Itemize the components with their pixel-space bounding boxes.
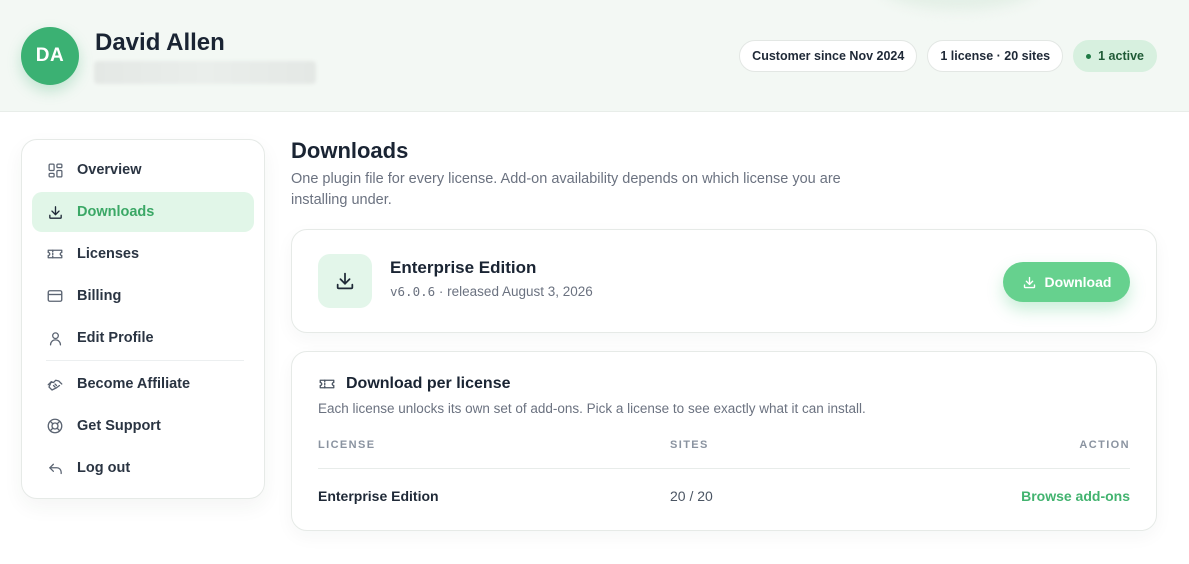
profile-header: DA David Allen Customer since Nov 2024 1… [0,0,1189,112]
sidebar-nav: Overview Downloads Licenses Billing Edit… [21,139,265,499]
status-badges: Customer since Nov 2024 1 license · 20 s… [739,40,1157,72]
lifebuoy-icon [46,417,64,435]
avatar: DA [21,27,79,85]
column-header-license: LICENSE [318,439,376,451]
user-icon [46,329,64,347]
sidebar-item-licenses[interactable]: Licenses [32,234,254,274]
ticket-icon [318,375,336,393]
download-icon [318,254,372,308]
user-name: David Allen [95,29,225,56]
per-license-header: Download per license [318,375,510,393]
product-download-card: Enterprise Edition v6.0.6 · released Aug… [291,229,1157,333]
per-license-title: Download per license [346,375,511,392]
sidebar-item-edit-profile[interactable]: Edit Profile [32,318,254,358]
sidebar-item-overview[interactable]: Overview [32,150,254,190]
table-header: LICENSE SITES ACTION [318,439,1130,469]
product-release-date: · released August 3, 2026 [438,284,593,299]
browse-add-ons-link[interactable]: Browse add-ons [1021,488,1130,504]
download-icon [1022,275,1037,290]
handshake-icon [46,375,64,393]
license-count-badge: 1 license · 20 sites [927,40,1064,72]
grid-icon [46,161,64,179]
credit-card-icon [46,287,64,305]
download-button[interactable]: Download [1003,262,1130,302]
active-dot-icon [1086,53,1092,59]
sidebar-item-downloads[interactable]: Downloads [32,192,254,232]
sidebar-item-become-affiliate[interactable]: Become Affiliate [32,364,254,404]
customer-since-badge: Customer since Nov 2024 [739,40,918,72]
redacted-email [94,61,316,84]
sidebar-item-billing[interactable]: Billing [32,276,254,316]
sites-cell: 20 / 20 [670,488,713,504]
sidebar-divider [46,360,244,361]
download-icon [46,203,64,221]
page-subtitle: One plugin file for every license. Add-o… [291,171,841,208]
logout-icon [46,459,64,477]
active-status-badge: 1 active [1073,40,1157,72]
sidebar-item-log-out[interactable]: Log out [32,448,254,488]
license-table: LICENSE SITES ACTION Enterprise Edition … [318,439,1130,523]
sidebar-item-get-support[interactable]: Get Support [32,406,254,446]
product-version: v6.0.6 [390,284,436,299]
product-version-info: v6.0.6 · released August 3, 2026 [390,284,593,299]
per-license-card: Download per license Each license unlock… [291,351,1157,531]
ticket-icon [46,245,64,263]
license-name-cell: Enterprise Edition [318,488,439,504]
per-license-subtitle: Each license unlocks its own set of add-… [318,401,866,416]
page-title: Downloads [291,138,409,163]
action-cell: Browse add-ons [970,488,1130,504]
column-header-action: ACTION [1079,439,1130,451]
column-header-sites: SITES [670,439,709,451]
table-row: Enterprise Edition 20 / 20 Browse add-on… [318,469,1130,523]
product-name: Enterprise Edition [390,258,537,277]
